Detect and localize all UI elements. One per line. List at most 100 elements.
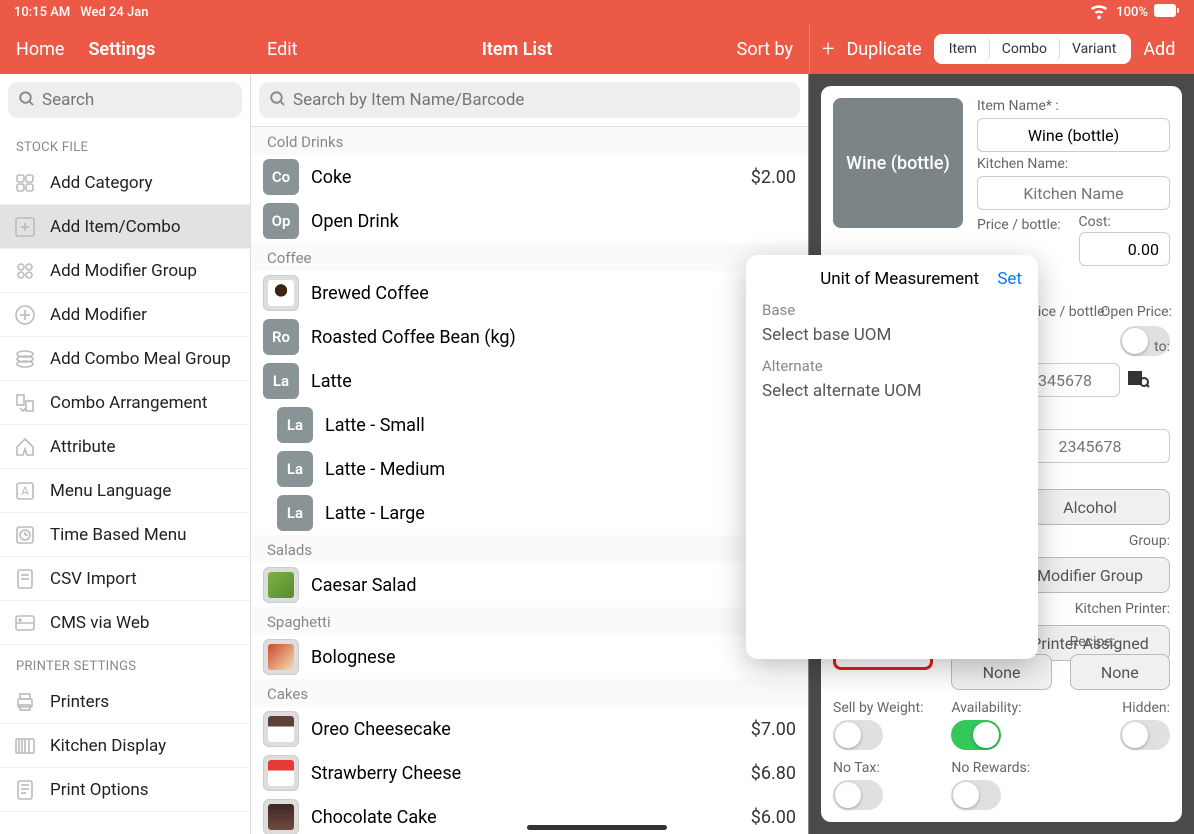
sidebar-icon: [12, 390, 38, 416]
item-name-field[interactable]: [977, 118, 1170, 152]
cost-field[interactable]: [1079, 232, 1171, 266]
seg-variant[interactable]: Variant: [1060, 37, 1128, 61]
home-link[interactable]: Home: [16, 39, 64, 60]
home-indicator[interactable]: [527, 825, 667, 830]
plus-icon[interactable]: +: [822, 37, 834, 62]
seg-item[interactable]: Item: [937, 37, 990, 61]
sidebar-item-label: Print Options: [50, 780, 149, 800]
item-row[interactable]: LaLatte - Medium: [251, 447, 808, 491]
hidden-toggle[interactable]: [1120, 720, 1170, 750]
sidebar-item-label: Add Category: [50, 173, 153, 193]
sidebar-item-label: Time Based Menu: [50, 525, 186, 545]
section-printer: PRINTER SETTINGS: [0, 645, 250, 680]
sidebar-item-label: Menu Language: [50, 481, 171, 501]
sidebar-item[interactable]: Add Combo Meal Group: [0, 337, 250, 381]
sidebar-item[interactable]: Kitchen Display: [0, 724, 250, 768]
settings-link[interactable]: Settings: [88, 39, 155, 60]
sell-weight-toggle[interactable]: [833, 720, 883, 750]
section-stock: STOCK FILE: [0, 126, 250, 161]
item-thumb: La: [263, 363, 299, 399]
uom-popover: Unit of Measurement Set Base Select base…: [746, 255, 1038, 659]
item-row[interactable]: CoCoke$2.00: [251, 155, 808, 199]
cost-label: Cost:: [1079, 214, 1171, 230]
seg-combo[interactable]: Combo: [990, 37, 1060, 61]
item-thumb: [263, 275, 299, 311]
item-row[interactable]: LaLatte - Large: [251, 491, 808, 535]
sidebar: STOCK FILE Add Category Add Item/Combo Add…: [0, 74, 251, 834]
item-row[interactable]: Strawberry Cheese$6.80: [251, 751, 808, 795]
sidebar-item[interactable]: A Menu Language: [0, 469, 250, 513]
item-thumb: [263, 799, 299, 834]
sidebar-item[interactable]: Add Modifier: [0, 293, 250, 337]
alternate-select[interactable]: Select alternate UOM: [762, 381, 1022, 401]
item-tile[interactable]: Wine (bottle): [833, 98, 963, 228]
alternate-label: Alternate: [762, 357, 1022, 375]
sidebar-item[interactable]: Add Modifier Group: [0, 249, 250, 293]
item-row[interactable]: Brewed Coffee: [251, 271, 808, 315]
sidebar-icon: [12, 733, 38, 759]
item-price: $2.00: [751, 167, 796, 188]
item-row[interactable]: OpOpen Drink: [251, 199, 808, 243]
item-name: Oreo Cheesecake: [311, 719, 739, 740]
edit-button[interactable]: Edit: [267, 39, 297, 60]
sidebar-icon: [12, 777, 38, 803]
hidden-label: Hidden:: [1122, 700, 1170, 716]
page-title: Item List: [482, 39, 553, 60]
inventory-field[interactable]: None: [951, 654, 1051, 690]
battery-icon: [1154, 4, 1180, 21]
recipe-field[interactable]: None: [1070, 654, 1170, 690]
category-header: Coffee: [251, 243, 808, 271]
norewards-toggle[interactable]: [951, 780, 1001, 810]
to-label: to:: [1154, 339, 1170, 355]
item-row[interactable]: RoRoasted Coffee Bean (kg): [251, 315, 808, 359]
base-select[interactable]: Select base UOM: [762, 325, 1022, 345]
item-row[interactable]: Caesar Salad: [251, 563, 808, 607]
item-name: Strawberry Cheese: [311, 763, 739, 784]
item-row[interactable]: Bolognese: [251, 635, 808, 679]
sidebar-icon: [12, 214, 38, 240]
sidebar-item-label: Combo Arrangement: [50, 393, 207, 413]
sidebar-item[interactable]: CMS via Web: [0, 601, 250, 645]
barcode-scan-icon[interactable]: [1126, 366, 1150, 394]
sortby-button[interactable]: Sort by: [737, 39, 793, 60]
sidebar-item[interactable]: Add Category: [0, 161, 250, 205]
item-thumb: Op: [263, 203, 299, 239]
sidebar-item[interactable]: Time Based Menu: [0, 513, 250, 557]
sidebar-item-label: Kitchen Display: [50, 736, 166, 756]
item-row[interactable]: Oreo Cheesecake$7.00: [251, 707, 808, 751]
category-header: Cakes: [251, 679, 808, 707]
sidebar-item[interactable]: Print Options: [0, 768, 250, 812]
sidebar-item[interactable]: Attribute: [0, 425, 250, 469]
category-header: Salads: [251, 535, 808, 563]
sidebar-item[interactable]: CSV Import: [0, 557, 250, 601]
item-search-input[interactable]: [259, 82, 800, 118]
availability-label: Availability:: [951, 700, 1051, 716]
item-thumb: Ro: [263, 319, 299, 355]
sidebar-item-label: Add Modifier Group: [50, 261, 197, 281]
svg-text:A: A: [21, 484, 29, 498]
item-name: Caesar Salad: [311, 575, 784, 596]
status-date: Wed 24 Jan: [80, 5, 148, 20]
notax-toggle[interactable]: [833, 780, 883, 810]
sidebar-search-input[interactable]: [8, 82, 242, 118]
sidebar-item[interactable]: Add Item/Combo: [0, 205, 250, 249]
kitchen-name-label: Kitchen Name:: [977, 156, 1170, 172]
item-thumb: [263, 711, 299, 747]
sidebar-item-label: Attribute: [50, 437, 115, 457]
sidebar-item[interactable]: Printers: [0, 680, 250, 724]
add-button[interactable]: Add: [1143, 39, 1175, 60]
sidebar-item[interactable]: Combo Arrangement: [0, 381, 250, 425]
wifi-icon: [1088, 0, 1110, 25]
duplicate-button[interactable]: Duplicate: [846, 39, 921, 60]
sidebar-item-label: Printers: [50, 692, 109, 712]
status-time: 10:15 AM: [14, 5, 70, 20]
sidebar-item-label: Add Item/Combo: [50, 217, 181, 237]
availability-toggle[interactable]: [951, 720, 1001, 750]
popover-set-button[interactable]: Set: [997, 269, 1022, 289]
item-row[interactable]: LaLatte - Small: [251, 403, 808, 447]
battery-text: 100%: [1116, 5, 1148, 20]
item-row[interactable]: LaLatte: [251, 359, 808, 403]
item-thumb: La: [277, 407, 313, 443]
sidebar-item-label: CMS via Web: [50, 613, 149, 633]
kitchen-name-field[interactable]: [977, 176, 1170, 210]
